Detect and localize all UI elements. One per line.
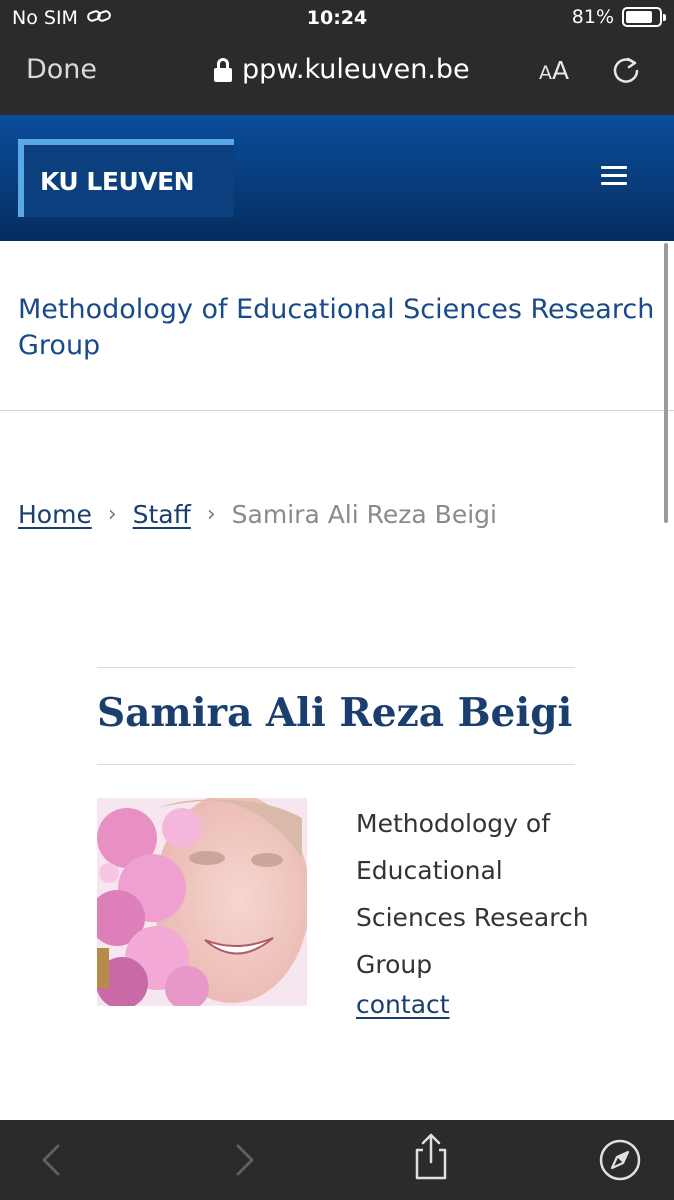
- contact-link[interactable]: contact: [356, 990, 450, 1019]
- divider: [97, 764, 575, 765]
- browser-url-bar: Done ppw.kuleuven.be AA: [0, 38, 674, 115]
- done-button[interactable]: Done: [26, 54, 97, 85]
- compass-icon[interactable]: [598, 1138, 642, 1182]
- site-header: KU LEUVEN: [0, 115, 674, 241]
- menu-line: [601, 182, 627, 185]
- share-icon[interactable]: [409, 1132, 453, 1180]
- battery-percent: 81%: [571, 6, 614, 28]
- menu-line: [601, 174, 627, 177]
- person-name: Samira Ali Reza Beigi: [97, 690, 573, 736]
- breadcrumb-separator: ›: [206, 502, 216, 527]
- battery-cap: [663, 14, 666, 21]
- breadcrumb-staff-link[interactable]: Staff: [133, 500, 191, 529]
- lock-body: [214, 67, 232, 82]
- browser-toolbar: [0, 1120, 674, 1200]
- lock-icon: [214, 57, 232, 82]
- scrollbar[interactable]: [664, 243, 668, 523]
- reload-icon[interactable]: [610, 54, 642, 86]
- divider: [0, 410, 674, 411]
- status-bar: No SIM 10:24 81%: [0, 0, 674, 38]
- battery-icon: [622, 7, 666, 27]
- text-size-button[interactable]: AA: [539, 56, 569, 85]
- breadcrumb-current: Samira Ali Reza Beigi: [231, 500, 497, 529]
- research-group-title[interactable]: Methodology of Educational Sciences Rese…: [18, 292, 666, 364]
- affiliation-text: Methodology of Educational Sciences Rese…: [356, 809, 589, 979]
- divider: [97, 667, 575, 668]
- page: No SIM 10:24 81% Done ppw.kuleuven.be AA…: [0, 0, 674, 1200]
- forward-icon[interactable]: [222, 1138, 266, 1182]
- breadcrumb: Home › Staff › Samira Ali Reza Beigi: [18, 500, 497, 529]
- ku-leuven-logo[interactable]: KU LEUVEN: [18, 139, 234, 217]
- battery-fill: [626, 11, 652, 23]
- breadcrumb-home-link[interactable]: Home: [18, 500, 92, 529]
- text-size-big-label: A: [552, 56, 570, 85]
- address-field[interactable]: ppw.kuleuven.be: [214, 54, 470, 85]
- hamburger-menu-icon[interactable]: [601, 166, 627, 186]
- logo-text: KU LEUVEN: [40, 167, 195, 196]
- profile-photo: [97, 798, 307, 1006]
- url-text: ppw.kuleuven.be: [242, 54, 470, 85]
- text-size-small-label: A: [539, 62, 552, 84]
- back-icon[interactable]: [30, 1138, 74, 1182]
- menu-line: [601, 166, 627, 169]
- breadcrumb-separator: ›: [107, 502, 117, 527]
- status-right: 81%: [571, 6, 666, 28]
